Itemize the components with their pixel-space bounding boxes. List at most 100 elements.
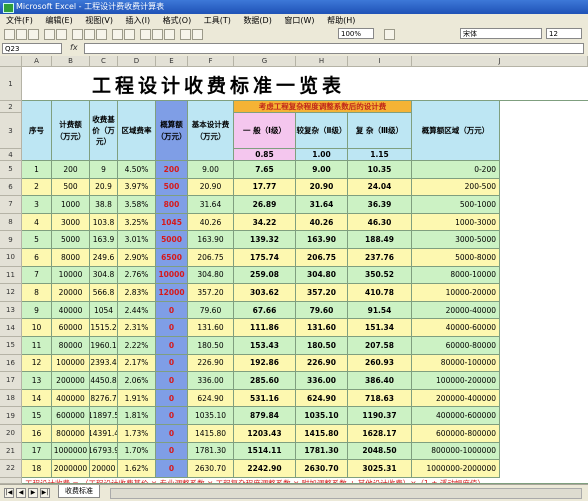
table-cell[interactable]: 624.90 bbox=[296, 389, 348, 408]
table-cell[interactable]: 0-200 bbox=[412, 161, 500, 179]
table-cell[interactable]: 400000 bbox=[52, 389, 90, 408]
table-cell[interactable]: 400000-600000 bbox=[412, 407, 500, 425]
header-complexity-group[interactable]: 考虑工程复杂程度调整系数后的设计费 bbox=[234, 101, 412, 113]
table-cell[interactable]: 6500 bbox=[156, 249, 188, 267]
table-cell[interactable]: 9.00 bbox=[296, 161, 348, 179]
table-cell[interactable]: 0 bbox=[156, 460, 188, 478]
table-cell[interactable]: 226.90 bbox=[296, 354, 348, 373]
table-cell[interactable]: 336.00 bbox=[296, 372, 348, 390]
header-seq[interactable]: 序号 bbox=[22, 101, 52, 161]
row-header-14[interactable]: 14 bbox=[0, 319, 22, 337]
table-cell[interactable]: 2.31% bbox=[118, 319, 156, 337]
fx-icon[interactable]: fx bbox=[70, 43, 78, 52]
header-rate[interactable]: 区域费率 bbox=[118, 101, 156, 161]
table-cell[interactable]: 80000-100000 bbox=[412, 354, 500, 373]
table-cell[interactable]: 79.60 bbox=[188, 301, 234, 320]
table-cell[interactable]: 200000-400000 bbox=[412, 389, 500, 408]
last-sheet-icon[interactable]: ▶| bbox=[40, 488, 50, 498]
table-cell[interactable]: 336.00 bbox=[188, 372, 234, 390]
menu-edit[interactable]: 编辑(E) bbox=[45, 16, 72, 25]
table-cell[interactable]: 1045 bbox=[156, 213, 188, 232]
table-cell[interactable]: 163.90 bbox=[296, 231, 348, 249]
table-cell[interactable]: 566.8 bbox=[90, 284, 118, 302]
table-cell[interactable]: 2000000 bbox=[52, 460, 90, 478]
table-cell[interactable]: 163.90 bbox=[188, 231, 234, 249]
table-cell[interactable]: 131.60 bbox=[188, 319, 234, 337]
table-cell[interactable]: 100000-200000 bbox=[412, 372, 500, 390]
row-header-3[interactable]: 3 bbox=[0, 113, 22, 149]
prev-sheet-icon[interactable]: ◀ bbox=[16, 488, 26, 498]
table-cell[interactable]: 1203.43 bbox=[234, 425, 296, 443]
table-cell[interactable]: 2630.70 bbox=[296, 460, 348, 478]
table-cell[interactable]: 14391.4 bbox=[90, 425, 118, 443]
table-cell[interactable]: 20000-40000 bbox=[412, 301, 500, 320]
header-general[interactable]: 一 般（Ⅰ级） bbox=[234, 113, 296, 149]
cut-icon[interactable] bbox=[72, 29, 83, 40]
column-header-h[interactable]: H bbox=[296, 56, 348, 67]
column-header-g[interactable]: G bbox=[234, 56, 296, 67]
table-cell[interactable]: 9 bbox=[90, 161, 118, 179]
table-cell[interactable]: 200-500 bbox=[412, 178, 500, 197]
table-cell[interactable]: 5000-8000 bbox=[412, 249, 500, 267]
table-cell[interactable]: 20.90 bbox=[296, 178, 348, 197]
column-header-e[interactable]: E bbox=[156, 56, 188, 67]
table-cell[interactable]: 111.86 bbox=[234, 319, 296, 337]
table-cell[interactable]: 18 bbox=[22, 460, 52, 478]
table-cell[interactable]: 5000 bbox=[52, 231, 90, 249]
table-cell[interactable]: 500 bbox=[52, 178, 90, 197]
row-header-13[interactable]: 13 bbox=[0, 301, 22, 320]
table-cell[interactable]: 103.8 bbox=[90, 213, 118, 232]
table-cell[interactable]: 60000 bbox=[52, 319, 90, 337]
table-cell[interactable]: 8000 bbox=[52, 249, 90, 267]
table-cell[interactable]: 131.60 bbox=[296, 319, 348, 337]
row-header-7[interactable]: 7 bbox=[0, 196, 22, 214]
table-cell[interactable]: 1415.80 bbox=[188, 425, 234, 443]
table-cell[interactable]: 13 bbox=[22, 372, 52, 390]
row-header-16[interactable]: 16 bbox=[0, 354, 22, 373]
paste-icon[interactable] bbox=[96, 29, 107, 40]
table-cell[interactable]: 139.32 bbox=[234, 231, 296, 249]
table-cell[interactable]: 500-1000 bbox=[412, 196, 500, 214]
table-cell[interactable]: 303.62 bbox=[234, 284, 296, 302]
redo-icon[interactable] bbox=[124, 29, 135, 40]
table-cell[interactable]: 91.54 bbox=[348, 301, 412, 320]
table-cell[interactable]: 3.25% bbox=[118, 213, 156, 232]
column-header-j[interactable]: J bbox=[412, 56, 588, 67]
row-header-17[interactable]: 17 bbox=[0, 372, 22, 390]
table-cell[interactable]: 20.9 bbox=[90, 178, 118, 197]
row-header-19[interactable]: 19 bbox=[0, 407, 22, 425]
row-header-2[interactable]: 2 bbox=[0, 101, 22, 113]
menu-format[interactable]: 格式(O) bbox=[163, 16, 192, 25]
table-cell[interactable]: 500 bbox=[156, 178, 188, 197]
table-cell[interactable]: 10.35 bbox=[348, 161, 412, 179]
table-cell[interactable]: 2242.90 bbox=[234, 460, 296, 478]
formula-input[interactable] bbox=[84, 43, 584, 54]
table-cell[interactable]: 12 bbox=[22, 354, 52, 373]
table-cell[interactable]: 40000 bbox=[52, 301, 90, 320]
table-cell[interactable]: 6 bbox=[22, 249, 52, 267]
table-cell[interactable]: 0 bbox=[156, 389, 188, 408]
table-cell[interactable]: 192.86 bbox=[234, 354, 296, 373]
table-cell[interactable]: 357.20 bbox=[188, 284, 234, 302]
table-cell[interactable]: 17 bbox=[22, 442, 52, 461]
table-cell[interactable]: 350.52 bbox=[348, 266, 412, 285]
table-cell[interactable]: 10 bbox=[22, 319, 52, 337]
font-select[interactable]: 宋体 bbox=[460, 28, 542, 39]
table-cell[interactable]: 1035.10 bbox=[188, 407, 234, 425]
table-cell[interactable]: 0 bbox=[156, 301, 188, 320]
table-cell[interactable]: 10000-20000 bbox=[412, 284, 500, 302]
table-cell[interactable]: 188.49 bbox=[348, 231, 412, 249]
column-header-f[interactable]: F bbox=[188, 56, 234, 67]
table-cell[interactable]: 1 bbox=[22, 161, 52, 179]
table-cell[interactable]: 67.66 bbox=[234, 301, 296, 320]
table-cell[interactable]: 285.60 bbox=[234, 372, 296, 390]
table-cell[interactable]: 11 bbox=[22, 337, 52, 355]
table-cell[interactable]: 2 bbox=[22, 178, 52, 197]
table-cell[interactable]: 4450.8 bbox=[90, 372, 118, 390]
table-cell[interactable]: 40.26 bbox=[188, 213, 234, 232]
table-cell[interactable]: 100000 bbox=[52, 354, 90, 373]
table-cell[interactable]: 1514.11 bbox=[234, 442, 296, 461]
table-cell[interactable]: 3.58% bbox=[118, 196, 156, 214]
table-cell[interactable]: 600000-800000 bbox=[412, 425, 500, 443]
open-icon[interactable] bbox=[16, 29, 27, 40]
